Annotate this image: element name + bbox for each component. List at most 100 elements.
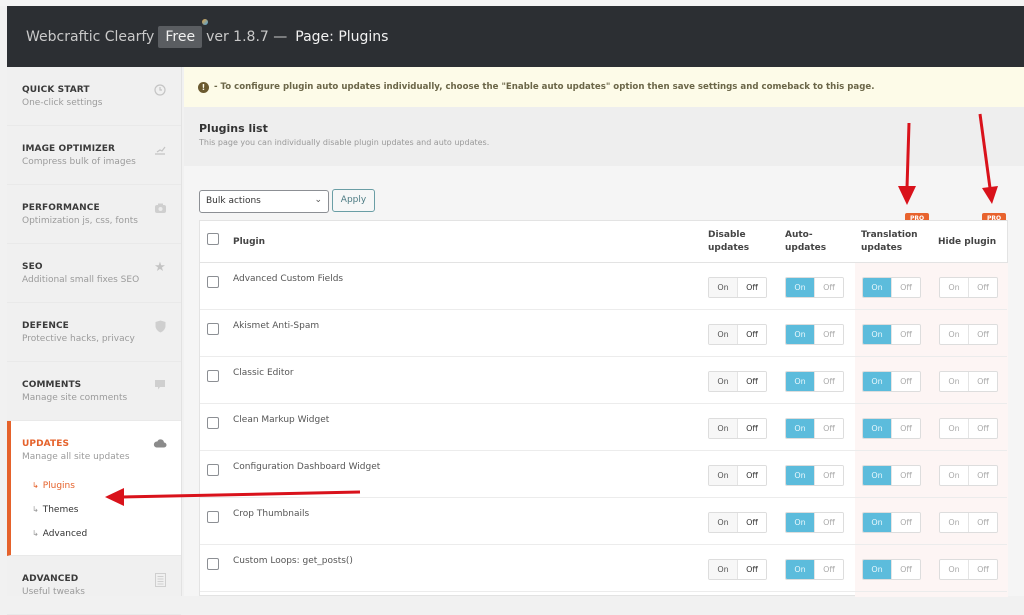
toggle-translation-updates[interactable]: On Off — [862, 465, 921, 486]
toggle-on[interactable]: On — [940, 560, 968, 579]
toggle-translation-updates[interactable]: On Off — [862, 512, 921, 533]
row-checkbox[interactable] — [207, 558, 219, 570]
toggle-auto-updates[interactable]: On Off — [785, 559, 844, 580]
toggle-auto-updates[interactable]: On Off — [785, 418, 844, 439]
toggle-on[interactable]: On — [863, 278, 891, 297]
toggle-hide-plugin[interactable]: On Off — [939, 559, 998, 580]
toggle-translation-updates[interactable]: On Off — [862, 277, 921, 298]
toggle-off[interactable]: Off — [814, 466, 843, 485]
toggle-off[interactable]: Off — [814, 278, 843, 297]
toggle-on[interactable]: On — [709, 560, 737, 579]
bulk-actions-select[interactable]: Bulk actions ⌄ — [199, 190, 329, 213]
toggle-off[interactable]: Off — [814, 419, 843, 438]
toggle-on[interactable]: On — [863, 372, 891, 391]
toggle-off[interactable]: Off — [891, 560, 920, 579]
sidebar-item-updates[interactable]: UPDATES Manage all site updates ↳ Plugins… — [7, 421, 181, 556]
toggle-off[interactable]: Off — [968, 325, 997, 344]
row-checkbox[interactable] — [207, 276, 219, 288]
toggle-off[interactable]: Off — [737, 325, 766, 344]
toggle-on[interactable]: On — [863, 513, 891, 532]
toggle-translation-updates[interactable]: On Off — [862, 371, 921, 392]
toggle-disable-updates[interactable]: On Off — [708, 277, 767, 298]
toggle-hide-plugin[interactable]: On Off — [939, 277, 998, 298]
toggle-auto-updates[interactable]: On Off — [785, 465, 844, 486]
toggle-translation-updates[interactable]: On Off — [862, 418, 921, 439]
row-checkbox[interactable] — [207, 511, 219, 523]
submenu-item-advanced[interactable]: ↳ Advanced — [22, 529, 181, 553]
toggle-on[interactable]: On — [940, 513, 968, 532]
toggle-off[interactable]: Off — [891, 325, 920, 344]
toggle-on[interactable]: On — [709, 372, 737, 391]
toggle-disable-updates[interactable]: On Off — [708, 324, 767, 345]
submenu-item-themes[interactable]: ↳ Themes — [22, 505, 181, 529]
sidebar-item-image-optimizer[interactable]: IMAGE OPTIMIZER Compress bulk of images — [7, 126, 181, 185]
toggle-hide-plugin[interactable]: On Off — [939, 465, 998, 486]
toggle-translation-updates[interactable]: On Off — [862, 559, 921, 580]
toggle-off[interactable]: Off — [814, 372, 843, 391]
toggle-on[interactable]: On — [863, 560, 891, 579]
toggle-off[interactable]: Off — [891, 278, 920, 297]
toggle-off[interactable]: Off — [968, 419, 997, 438]
toggle-on[interactable]: On — [863, 325, 891, 344]
toggle-on[interactable]: On — [940, 278, 968, 297]
submenu-item-plugins[interactable]: ↳ Plugins — [22, 481, 181, 505]
toggle-on[interactable]: On — [709, 419, 737, 438]
toggle-off[interactable]: Off — [814, 560, 843, 579]
toggle-hide-plugin[interactable]: On Off — [939, 324, 998, 345]
toggle-auto-updates[interactable]: On Off — [785, 277, 844, 298]
row-checkbox[interactable] — [207, 370, 219, 382]
toggle-on[interactable]: On — [786, 513, 814, 532]
apply-button[interactable]: Apply — [332, 189, 375, 212]
toggle-on[interactable]: On — [786, 560, 814, 579]
toggle-auto-updates[interactable]: On Off — [785, 371, 844, 392]
row-checkbox[interactable] — [207, 464, 219, 476]
toggle-off[interactable]: Off — [737, 466, 766, 485]
toggle-translation-updates[interactable]: On Off — [862, 324, 921, 345]
toggle-on[interactable]: On — [940, 419, 968, 438]
toggle-auto-updates[interactable]: On Off — [785, 512, 844, 533]
row-checkbox[interactable] — [207, 417, 219, 429]
sidebar-item-quick-start[interactable]: QUICK START One-click settings — [7, 67, 181, 126]
toggle-on[interactable]: On — [940, 372, 968, 391]
toggle-auto-updates[interactable]: On Off — [785, 324, 844, 345]
toggle-on[interactable]: On — [940, 466, 968, 485]
row-checkbox[interactable] — [207, 323, 219, 335]
toggle-disable-updates[interactable]: On Off — [708, 559, 767, 580]
toggle-on[interactable]: On — [786, 466, 814, 485]
toggle-off[interactable]: Off — [737, 372, 766, 391]
toggle-disable-updates[interactable]: On Off — [708, 512, 767, 533]
toggle-on[interactable]: On — [786, 325, 814, 344]
toggle-off[interactable]: Off — [968, 513, 997, 532]
toggle-off[interactable]: Off — [891, 466, 920, 485]
toggle-on[interactable]: On — [786, 372, 814, 391]
toggle-on[interactable]: On — [863, 419, 891, 438]
toggle-off[interactable]: Off — [737, 278, 766, 297]
sidebar-item-advanced[interactable]: ADVANCED Useful tweaks — [7, 556, 181, 615]
toggle-off[interactable]: Off — [968, 560, 997, 579]
select-all-checkbox[interactable] — [207, 233, 219, 245]
toggle-off[interactable]: Off — [968, 278, 997, 297]
toggle-off[interactable]: Off — [968, 372, 997, 391]
toggle-off[interactable]: Off — [891, 419, 920, 438]
toggle-off[interactable]: Off — [814, 513, 843, 532]
toggle-off[interactable]: Off — [968, 466, 997, 485]
toggle-on[interactable]: On — [786, 278, 814, 297]
toggle-off[interactable]: Off — [737, 560, 766, 579]
toggle-off[interactable]: Off — [814, 325, 843, 344]
toggle-on[interactable]: On — [786, 419, 814, 438]
toggle-on[interactable]: On — [709, 325, 737, 344]
toggle-on[interactable]: On — [863, 466, 891, 485]
toggle-hide-plugin[interactable]: On Off — [939, 418, 998, 439]
toggle-on[interactable]: On — [709, 278, 737, 297]
sidebar-item-performance[interactable]: PERFORMANCE Optimization js, css, fonts — [7, 185, 181, 244]
sidebar-item-defence[interactable]: DEFENCE Protective hacks, privacy — [7, 303, 181, 362]
toggle-on[interactable]: On — [709, 466, 737, 485]
toggle-off[interactable]: Off — [891, 372, 920, 391]
toggle-disable-updates[interactable]: On Off — [708, 418, 767, 439]
toggle-off[interactable]: Off — [891, 513, 920, 532]
toggle-hide-plugin[interactable]: On Off — [939, 371, 998, 392]
toggle-disable-updates[interactable]: On Off — [708, 465, 767, 486]
sidebar-item-comments[interactable]: COMMENTS Manage site comments — [7, 362, 181, 421]
toggle-off[interactable]: Off — [737, 513, 766, 532]
toggle-on[interactable]: On — [709, 513, 737, 532]
